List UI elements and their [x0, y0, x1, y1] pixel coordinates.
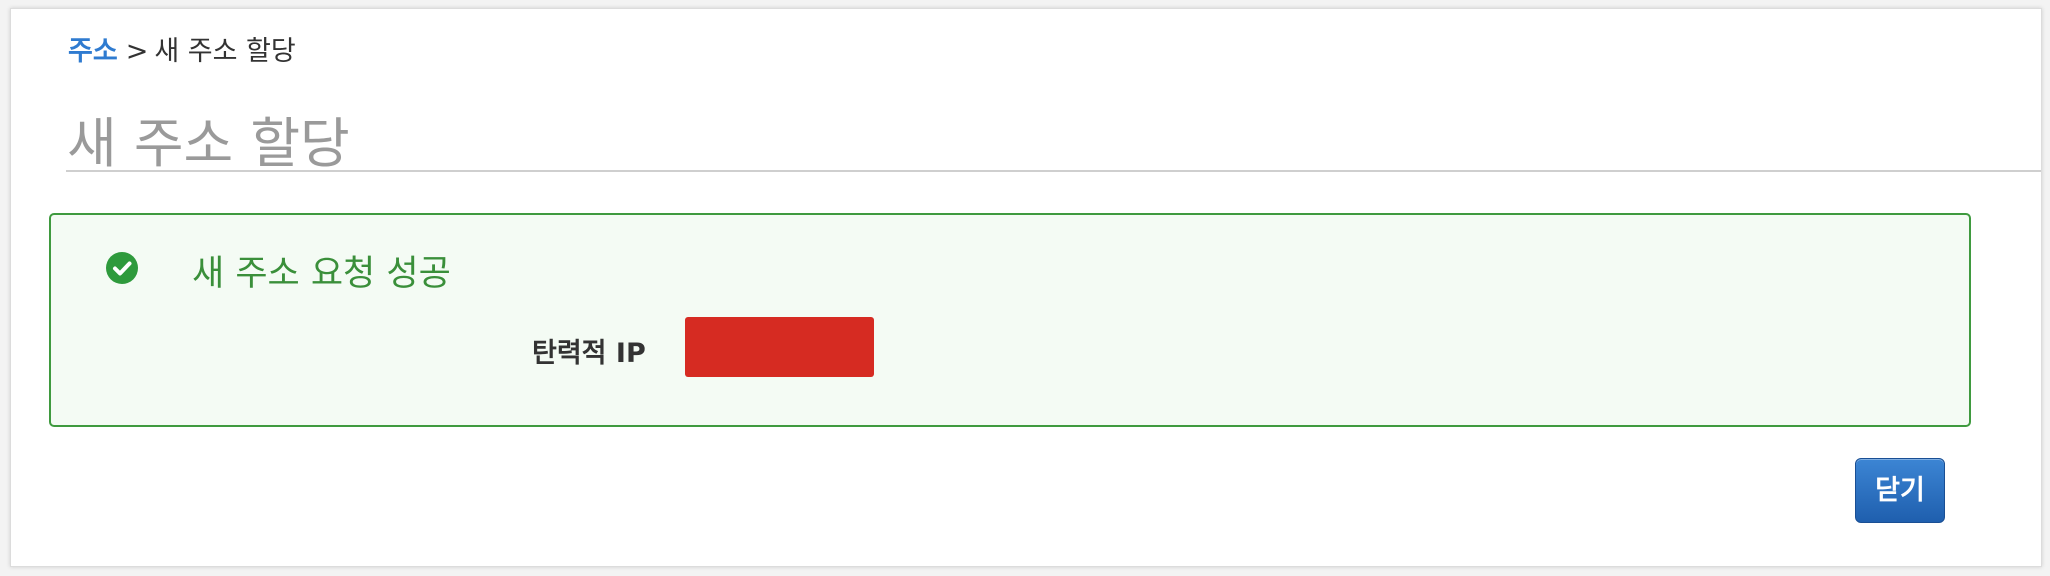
- page-title: 새 주소 할당: [67, 112, 350, 175]
- success-message: 새 주소 요청 성공: [192, 254, 451, 294]
- elastic-ip-value-redacted: [685, 317, 874, 377]
- breadcrumb-separator: >: [125, 36, 149, 67]
- success-panel: 새 주소 요청 성공 탄력적 IP: [49, 213, 1971, 427]
- check-circle-icon: [106, 252, 138, 284]
- elastic-ip-row: 탄력적 IP: [51, 317, 1969, 379]
- breadcrumb-current: 새 주소 할당: [154, 36, 296, 67]
- breadcrumb-link-addresses[interactable]: 주소: [68, 36, 118, 67]
- close-button[interactable]: 닫기: [1855, 458, 1945, 523]
- title-divider: [66, 170, 2041, 172]
- elastic-ip-label: 탄력적 IP: [532, 338, 646, 369]
- breadcrumb: 주소 > 새 주소 할당: [68, 29, 296, 68]
- dialog-frame: 주소 > 새 주소 할당 새 주소 할당 새 주소 요청 성공 탄력적 IP 닫기: [10, 8, 2042, 567]
